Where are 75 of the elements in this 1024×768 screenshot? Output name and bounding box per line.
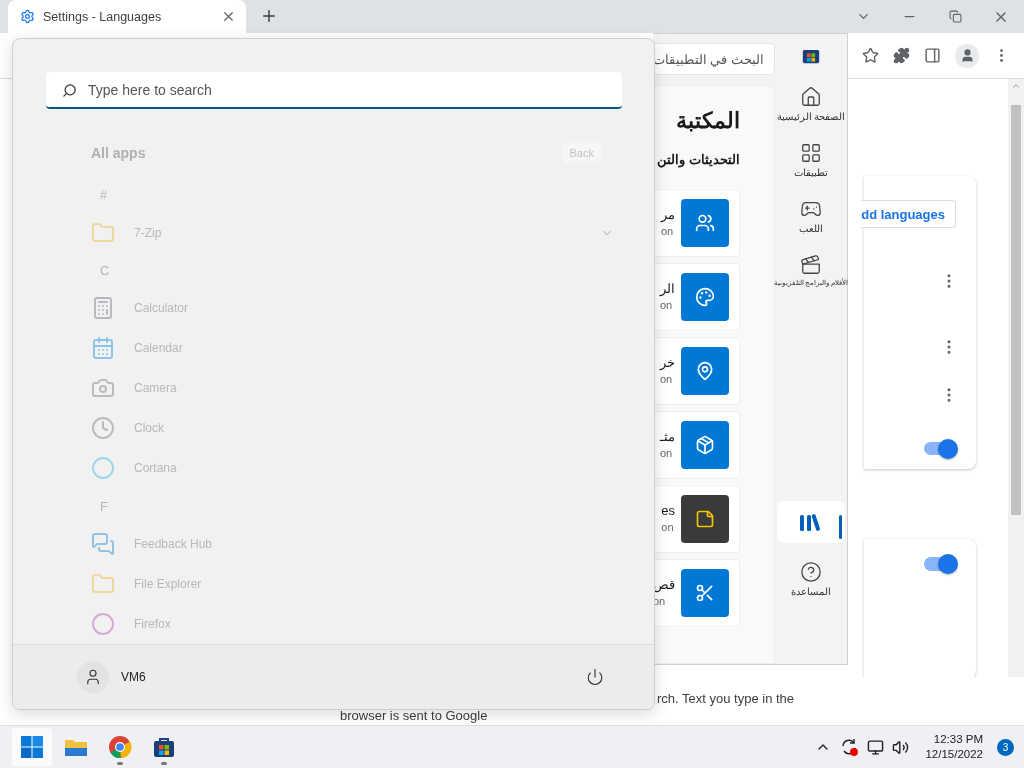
power-icon (586, 668, 604, 686)
selection-indicator (839, 515, 842, 539)
network-icon[interactable] (867, 738, 885, 756)
group-letter: # (100, 187, 108, 203)
nav-item[interactable]: المساعدة (777, 557, 845, 601)
person-icon (959, 48, 975, 63)
clock-icon (91, 416, 115, 441)
chat-icon (91, 532, 115, 556)
new-tab-icon[interactable] (260, 7, 278, 25)
ring-icon (91, 456, 115, 481)
clapperboard-icon (800, 254, 822, 276)
extensions-icon[interactable] (893, 47, 910, 64)
nav-item[interactable]: اللعب (777, 194, 845, 238)
group-letter: C (100, 263, 110, 278)
package-icon (695, 435, 715, 455)
people-icon (695, 213, 715, 233)
browser-tab[interactable]: Settings - Languages (8, 0, 246, 33)
app-subtitle: on (661, 520, 674, 535)
folder-icon (91, 220, 115, 245)
store-bag-icon (153, 736, 175, 758)
app-name: مثـ (660, 428, 675, 445)
search-icon (62, 83, 77, 98)
app-name: خر (660, 354, 675, 371)
toggle-switch[interactable] (924, 557, 956, 571)
nav-item[interactable]: تطبيقات (777, 138, 845, 182)
side-panel-icon[interactable] (924, 47, 941, 64)
note-icon (695, 509, 715, 529)
app-subtitle: on (660, 446, 673, 461)
add-languages-button[interactable]: dd languages (861, 200, 956, 228)
description-text: browser is sent to Google (340, 707, 489, 724)
running-indicator (117, 762, 123, 765)
notification-badge[interactable]: 3 (997, 738, 1014, 756)
section-heading: التحديثات والتن (657, 152, 740, 167)
nav-item[interactable]: الصفحة الرئيسية (777, 82, 845, 126)
user-name[interactable]: VM6 (121, 670, 146, 684)
section-heading: All apps (91, 145, 146, 161)
home-icon (800, 86, 822, 108)
scissors-icon (695, 583, 715, 603)
close-tab-icon[interactable] (221, 9, 236, 24)
taskbar-app-button[interactable] (12, 728, 52, 766)
nav-item[interactable] (777, 501, 845, 543)
app-name: مر (661, 206, 675, 223)
help-icon (800, 561, 822, 583)
user-avatar[interactable] (77, 661, 109, 693)
settings-gear-icon (20, 9, 35, 24)
app-name: es (661, 502, 675, 519)
group-letter: F (100, 498, 108, 514)
app-card[interactable]: es on (654, 485, 740, 553)
bookmark-star-icon[interactable] (862, 47, 879, 64)
calculator-icon (91, 296, 115, 321)
volume-icon[interactable] (892, 738, 910, 756)
windows-logo-icon (21, 736, 43, 758)
store-search-field[interactable]: البحث في التطبيقات (653, 43, 775, 75)
restore-icon[interactable] (948, 10, 962, 23)
apps-icon (800, 142, 822, 164)
app-subtitle: on (660, 372, 673, 387)
profile-button[interactable] (955, 43, 979, 68)
map-pin-icon (695, 361, 715, 381)
app-subtitle: on (661, 224, 674, 239)
running-indicator (161, 762, 167, 765)
page-heading: المكتبة (676, 108, 740, 134)
power-button[interactable] (586, 668, 604, 686)
start-search-field[interactable]: Type here to search (46, 72, 622, 109)
palette-icon (695, 287, 715, 307)
sync-alert-icon[interactable] (839, 737, 860, 757)
folder-icon (64, 737, 88, 757)
calendar-icon (91, 336, 115, 361)
clock[interactable]: 12:33 PM 12/15/2022 (925, 732, 983, 762)
description-text: rch. Text you type in the (657, 690, 796, 707)
chrome-logo-icon (108, 735, 132, 759)
scrollbar[interactable] (1008, 79, 1024, 677)
person-icon (84, 668, 102, 686)
folder-icon (91, 572, 115, 596)
app-subtitle: on (660, 298, 673, 313)
app-name: الر (660, 280, 675, 297)
